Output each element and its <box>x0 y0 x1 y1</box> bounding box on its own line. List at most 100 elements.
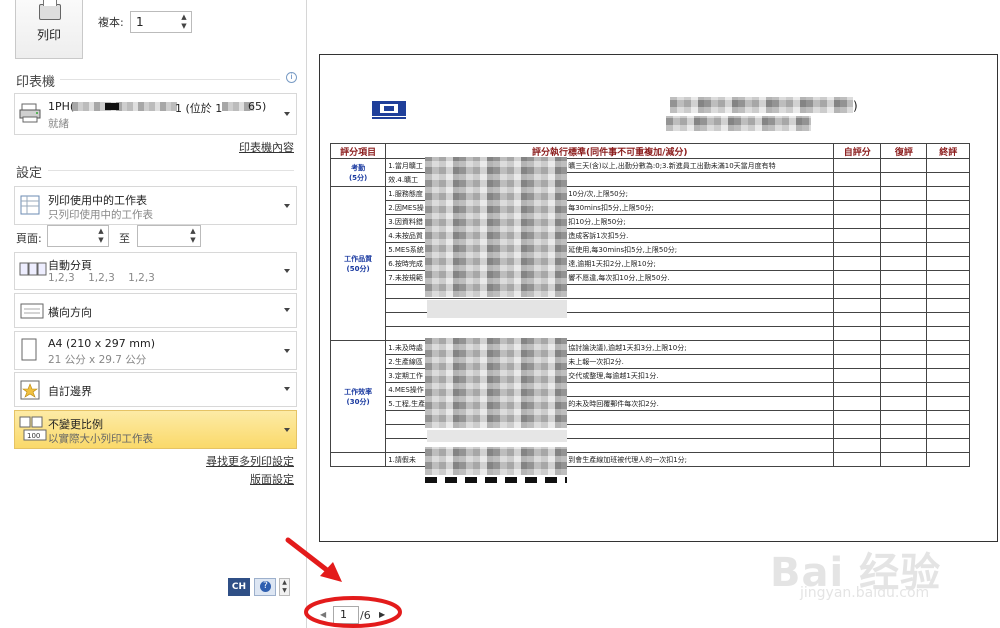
score-cell <box>880 382 928 397</box>
score-cell <box>880 158 928 173</box>
score-cell <box>833 368 882 383</box>
printer-section-title: 印表機 <box>16 75 56 90</box>
landscape-icon <box>19 301 45 324</box>
margins-dropdown[interactable]: 自訂邊界 <box>14 372 297 407</box>
score-cell <box>880 270 928 285</box>
chevron-down-icon[interactable] <box>284 112 290 116</box>
score-cell <box>880 186 928 201</box>
paper-icon <box>19 338 39 365</box>
print-settings-panel: 列印 複本: 1 ▲ ▼ 印表機 i 1PH( 1 (位於 1 65) 就緒 印… <box>0 0 307 628</box>
copies-input[interactable]: 1 ▲ ▼ <box>130 11 192 33</box>
score-cell <box>833 228 882 243</box>
chevron-down-icon[interactable] <box>284 269 290 273</box>
score-cell <box>880 396 928 411</box>
page-to-input[interactable]: ▲ ▼ <box>137 225 201 247</box>
score-cell <box>926 256 970 271</box>
chevron-down-icon[interactable] <box>284 308 290 312</box>
printer-name-suffix: 65) <box>248 100 267 113</box>
chevron-down-icon[interactable] <box>284 204 290 208</box>
score-cell <box>926 228 970 243</box>
page-setup-link[interactable]: 版面設定 <box>180 471 294 487</box>
scaling-dropdown[interactable]: 100 不變更比例 以實際大小列印工作表 <box>14 410 297 449</box>
collate-icon <box>19 259 47 284</box>
margins-icon <box>19 379 41 404</box>
score-cell <box>833 312 882 327</box>
watermark-url: jingyan.baidu.com <box>800 585 930 601</box>
info-icon[interactable]: i <box>286 72 297 83</box>
language-indicator[interactable]: CH <box>228 578 250 596</box>
score-cell <box>833 200 882 215</box>
category-score: (50分) <box>346 264 370 273</box>
score-cell <box>833 242 882 257</box>
score-cell <box>880 438 928 453</box>
score-cell <box>833 214 882 229</box>
spin-down-icon[interactable]: ▼ <box>96 236 106 245</box>
header-self-score: 自評分 <box>833 143 882 159</box>
score-cell <box>926 368 970 383</box>
printer-status: 就緒 <box>48 118 69 130</box>
copies-label: 複本: <box>98 16 124 29</box>
chevron-down-icon[interactable] <box>284 387 290 391</box>
score-cell <box>926 424 970 439</box>
printer-dropdown[interactable]: 1PH( 1 (位於 1 65) 就緒 <box>14 93 297 135</box>
score-cell <box>926 158 970 173</box>
score-cell <box>926 326 970 341</box>
collate-dropdown[interactable]: 自動分頁 1,2,3 1,2,3 1,2,3 <box>14 252 297 290</box>
score-cell <box>926 298 970 313</box>
orientation-dropdown[interactable]: 橫向方向 <box>14 293 297 328</box>
category-score: (5分) <box>348 173 368 182</box>
score-cell <box>833 382 882 397</box>
printer-properties-link[interactable]: 印表機內容 <box>180 139 294 155</box>
score-cell <box>880 172 928 187</box>
score-cell <box>926 172 970 187</box>
spin-down-icon[interactable]: ▼ <box>179 22 189 31</box>
spin-up-icon[interactable]: ▲ <box>96 227 106 236</box>
score-cell <box>926 410 970 425</box>
print-button-label: 列印 <box>36 28 61 42</box>
redacted-block <box>425 157 567 297</box>
score-cell <box>833 270 882 285</box>
score-cell <box>833 186 882 201</box>
score-cell <box>833 298 882 313</box>
score-cell <box>926 340 970 355</box>
score-cell <box>926 186 970 201</box>
category-name: 工作品質 <box>344 254 373 263</box>
header-final: 終評 <box>926 143 970 159</box>
score-cell <box>880 410 928 425</box>
score-cell <box>926 382 970 397</box>
score-cell <box>880 424 928 439</box>
score-cell <box>926 214 970 229</box>
chevron-down-icon[interactable] <box>284 428 290 432</box>
spin-up-icon[interactable]: ▲ <box>179 13 189 22</box>
score-cell <box>833 354 882 369</box>
printer-icon <box>39 0 61 20</box>
redacted-block <box>425 447 567 475</box>
category-name: 工作效率 <box>344 387 373 396</box>
score-cell <box>880 298 928 313</box>
redacted-subtitle <box>666 116 811 131</box>
svg-text:100: 100 <box>27 432 40 440</box>
score-cell <box>833 340 882 355</box>
score-cell <box>880 200 928 215</box>
score-cell <box>833 158 882 173</box>
score-cell <box>833 396 882 411</box>
help-button[interactable]: ? <box>254 578 276 596</box>
settings-section-title: 設定 <box>16 166 43 181</box>
print-button[interactable]: 列印 <box>15 0 83 59</box>
annotation-arrow-icon <box>285 537 402 628</box>
more-print-settings-link[interactable]: 尋找更多列印設定 <box>150 453 294 469</box>
score-cell <box>926 312 970 327</box>
print-scope-dropdown[interactable]: 列印使用中的工作表 只列印使用中的工作表 <box>14 186 297 225</box>
score-cell <box>880 242 928 257</box>
spin-down-icon[interactable]: ▼ <box>188 236 198 245</box>
score-cell <box>926 396 970 411</box>
score-cell <box>880 312 928 327</box>
chevron-down-icon[interactable] <box>284 349 290 353</box>
company-logo <box>370 100 414 120</box>
paper-size-dropdown[interactable]: A4 (210 x 297 mm) 21 公分 x 29.7 公分 <box>14 331 297 370</box>
spin-up-icon[interactable]: ▲ <box>188 227 198 236</box>
score-cell <box>880 214 928 229</box>
category-name: 考勤 <box>351 163 366 172</box>
page-from-input[interactable]: ▲ ▼ <box>47 225 109 247</box>
printer-device-icon <box>19 102 41 123</box>
